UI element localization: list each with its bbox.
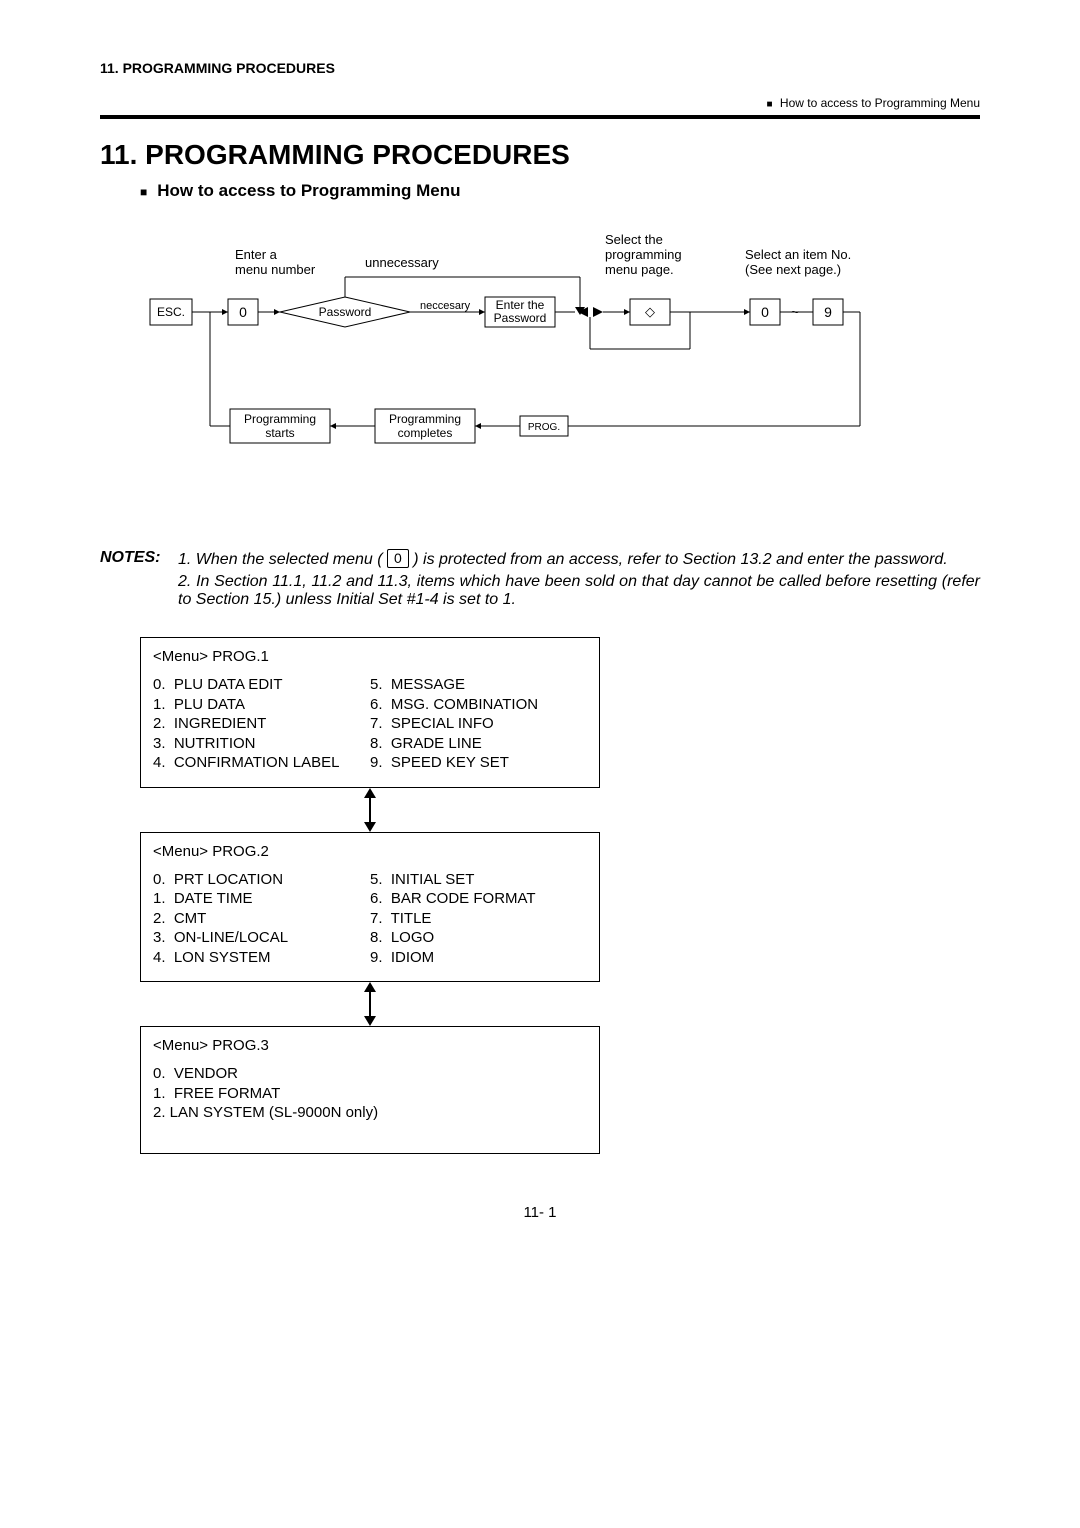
note-2: 2. In Section 11.1, 11.2 and 11.3, items… (178, 573, 980, 608)
flow-label-select-item: Select an item No. (See next page.) (745, 247, 855, 277)
top-right-note: ■ How to access to Programming Menu (100, 96, 980, 110)
flow-node-enter-password-2: Password (494, 311, 547, 325)
flow-label-unnecessary: unnecessary (365, 255, 439, 270)
flow-node-esc: ESC. (157, 305, 185, 319)
double-arrow-icon (360, 788, 380, 832)
connector-1 (140, 788, 600, 832)
divider (100, 115, 980, 119)
menu-prog3-title: <Menu> PROG.3 (153, 1037, 587, 1054)
top-right-note-text: How to access to Programming Menu (780, 96, 980, 110)
connector-2 (140, 982, 600, 1026)
notes-block: NOTES: 1. When the selected menu ( 0 ) i… (100, 549, 980, 613)
note-1-pre: 1. When the selected menu ( (178, 551, 387, 568)
menu-prog2-left: 0. PRT LOCATION 1. DATE TIME 2. CMT 3. O… (153, 870, 370, 968)
flow-node-password: Password (319, 305, 372, 319)
double-arrow-icon (360, 982, 380, 1026)
flow-node-zero: 0 (239, 304, 247, 320)
flow-node-prog-starts-1: Programming (244, 412, 316, 426)
flow-node-prog-starts-2: starts (265, 426, 294, 440)
bullet-icon: ■ (767, 99, 773, 110)
flow-node-enter-password-1: Enter the (496, 298, 545, 312)
note-1-keycap: 0 (387, 549, 409, 568)
menu-prog2-title: <Menu> PROG.2 (153, 843, 587, 860)
flow-label-select-page: Select the programming menu page. (605, 232, 685, 277)
flow-node-zero2: 0 (761, 304, 769, 320)
flow-node-diamond: ◇ (645, 304, 655, 319)
menu-prog3-body: 0. VENDOR 1. FREE FORMAT 2. LAN SYSTEM (… (153, 1064, 587, 1123)
menu-prog2-right: 5. INITIAL SET 6. BAR CODE FORMAT 7. TIT… (370, 870, 587, 968)
flowchart-svg: Enter a menu number unnecessary Select t… (120, 219, 960, 509)
flowchart: Enter a menu number unnecessary Select t… (120, 219, 980, 509)
menu-box-prog2: <Menu> PROG.2 0. PRT LOCATION 1. DATE TI… (140, 832, 600, 983)
menu-boxes: <Menu> PROG.1 0. PLU DATA EDIT 1. PLU DA… (140, 637, 600, 1154)
flow-node-prog-key: PROG. (528, 422, 560, 433)
flow-label-neccesary: neccesary (420, 300, 471, 312)
running-header: 11. PROGRAMMING PROCEDURES (100, 60, 980, 76)
notes-label: NOTES: (100, 549, 160, 566)
note-1-post: ) is protected from an access, refer to … (409, 551, 948, 568)
menu-prog1-right: 5. MESSAGE 6. MSG. COMBINATION 7. SPECIA… (370, 675, 587, 773)
subsection-title: How to access to Programming Menu (140, 181, 980, 201)
page-number: 11- 1 (100, 1204, 980, 1221)
flow-label-enter-menu: Enter a menu number (235, 247, 316, 277)
menu-prog1-title: <Menu> PROG.1 (153, 648, 587, 665)
menu-box-prog1: <Menu> PROG.1 0. PLU DATA EDIT 1. PLU DA… (140, 637, 600, 788)
menu-box-prog3: <Menu> PROG.3 0. VENDOR 1. FREE FORMAT 2… (140, 1026, 600, 1154)
menu-prog1-left: 0. PLU DATA EDIT 1. PLU DATA 2. INGREDIE… (153, 675, 370, 773)
flow-node-nine: 9 (824, 304, 832, 320)
flow-node-prog-completes-1: Programming (389, 412, 461, 426)
main-title: 11. PROGRAMMING PROCEDURES (100, 139, 980, 171)
flow-node-prog-completes-2: completes (398, 426, 453, 440)
